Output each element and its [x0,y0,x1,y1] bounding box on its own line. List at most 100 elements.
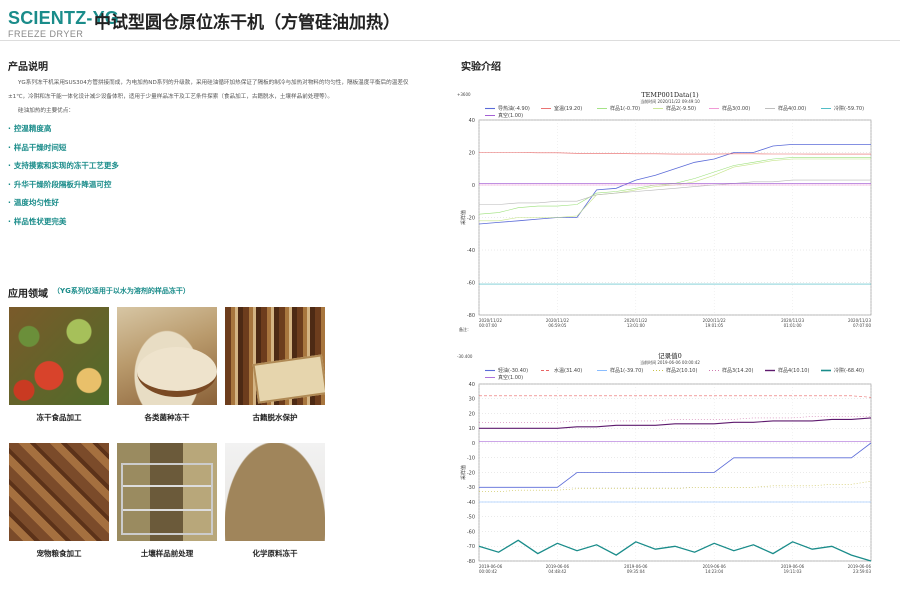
freeze-dried-food-photo [9,307,109,405]
legend-label: 样品1(-39.70) [610,367,643,374]
application-label: 化学原料冻干 [252,549,298,558]
header-divider [0,40,900,41]
pet-food-photo [9,443,109,541]
application-label: 土壤样品前处理 [140,549,194,558]
y-tick-label: -20 [467,470,475,476]
series-line [479,417,872,429]
feature-list: · 控温精度高 · 样品干燥时间短 · 支持摸索和实现的冻干工艺更多 · 升华干燥阶段隔… [8,120,119,231]
legend-label: 真空(1.00) [498,112,523,119]
legend-label: 冷阱(-59.70) [834,105,864,112]
application-card: 宠物粮食加工 [9,443,109,559]
legend-label: 样品3(14.20) [722,367,753,374]
series-line [479,395,872,398]
chart-subtitle: 当前时间 2019-06-06 00:00:42 [640,359,700,365]
feature-item: · 样品性状更完美 [8,216,67,226]
y-tick-label: -30 [467,485,475,491]
x-tick-time: 23:59:03 [853,569,871,574]
feature-item: · 温度均匀性好 [8,198,59,207]
application-label: 古籍脱水保护 [252,413,298,422]
application-label: 宠物粮食加工 [36,549,82,558]
chart-temperature-2020: TEMP001Data(1) 当前时间 2020/11/22 09:49:10 +3… [455,88,885,333]
y-tick-label: 10 [469,426,475,432]
x-tick-time: 00:07:00 [479,323,497,328]
application-label: 冻干食品加工 [36,413,82,422]
page-subtitle: FREEZE DRYER [8,29,84,39]
application-card: 冻干食品加工 [9,307,109,423]
x-tick-time: 14:23:04 [705,569,723,574]
application-label: 各类菌种冻干 [144,413,190,422]
product-paragraph: YG系列冻干机采用SUS304方管拼接而成，为电加热ND系列的升级款，采用硅油循… [8,80,409,100]
chart-corner-label: -30.400 [457,354,473,359]
series-line [479,152,871,155]
application-card: 土壤样品前处理 [117,443,217,559]
series-line [479,481,872,492]
x-tick-time: 01:01:00 [784,323,802,328]
y-tick-label: 20 [469,411,475,417]
legend-label: 轻油(-30.40) [498,367,528,374]
legend-label: 样品2(10.10) [666,367,697,374]
y-tick-label: -40 [467,248,475,254]
chart-subtitle: 当前时间 2020/11/22 09:49:10 [640,98,700,104]
chart-title: TEMP001Data(1) [641,91,699,99]
legend-label: 真空(1.00) [498,374,523,381]
application-card: 古籍脱水保护 [225,307,325,423]
legend-label: 样品2(-9.50) [666,105,696,112]
application-card: 各类菌种冻干 [117,307,217,423]
chart-svg: 记录值0当前时间 2019-06-06 00:00:42 -30.400 轻油(-3… [457,351,872,574]
applications-heading: 应用领域 [8,289,48,300]
series-line [478,144,871,225]
chart-footer: 备注： [459,326,471,332]
y-tick-label: -10 [467,456,475,462]
series-line [479,442,872,488]
y-tick-label: -60 [467,280,475,286]
advantages-intro: 硅油加热的主要优点： [18,108,74,114]
chart-corner-label: +3600 [457,92,471,97]
legend-label: 冷阱(-68.40) [834,367,864,374]
feature-item: · 样品干燥时间短 [8,142,67,152]
y-tick-label: -80 [467,313,475,319]
legend-label: 水温(31.40) [554,367,582,374]
feature-item: · 升华干燥阶段隔板升降温可控 [8,179,112,189]
y-tick-label: -80 [467,559,475,565]
ancient-books-photo [225,307,325,405]
y-axis-label: 采样值 [460,465,467,480]
bacteria-powder-photo [117,307,217,405]
legend-label: 导热油(-4.90) [498,105,530,112]
y-tick-label: 30 [469,397,475,403]
application-card: 化学原料冻干 [225,443,325,559]
x-tick-time: 00:00:42 [479,569,497,574]
x-tick-time: 04:48:42 [548,569,566,574]
chart-temperature-2019: 记录值0 当前时间 2019-06-06 00:00:42 -30.400 轻油(-3… [455,350,885,575]
chemical-granules-photo [225,443,325,541]
legend-label: 样品4(10.10) [778,367,809,374]
legend-label: 样品4(0.00) [778,105,806,112]
page-title: 中试型圆仓原位冻干机（方管硅油加热） [94,13,400,33]
chart-svg: TEMP001Data(1)当前时间 2020/11/22 09:49:10 +3… [457,91,871,332]
legend-label: 样品1(-0.70) [610,105,640,112]
x-tick-time: 09:35:04 [627,569,645,574]
legend-label: 室温(19.20) [554,105,582,112]
series-line [478,539,872,562]
y-tick-label: -50 [467,515,475,521]
series-line [479,158,871,222]
series-line [479,179,871,205]
y-tick-label: -40 [467,500,475,506]
y-axis-label: 采样值 [460,210,467,225]
feature-item: · 控温精度高 [8,124,52,133]
y-tick-label: 0 [472,441,475,447]
x-tick-time: 13:01:00 [627,323,645,328]
legend-label: 样品3(0.00) [722,105,750,112]
y-tick-label: -70 [467,544,475,550]
x-tick-time: 07:07:00 [853,323,871,328]
experiment-heading: 实验介绍 [461,62,501,73]
soil-samples-photo [117,443,217,541]
y-tick-label: 20 [469,150,475,156]
y-tick-label: 40 [469,118,475,124]
y-tick-label: 0 [472,183,475,189]
y-tick-label: 40 [469,382,475,388]
x-tick-time: 06:59:05 [548,323,566,328]
chart-title: 记录值0 [658,351,682,360]
feature-item: · 支持摸索和实现的冻干工艺更多 [8,161,119,170]
y-tick-label: -60 [467,529,475,535]
y-tick-label: -20 [467,215,475,221]
